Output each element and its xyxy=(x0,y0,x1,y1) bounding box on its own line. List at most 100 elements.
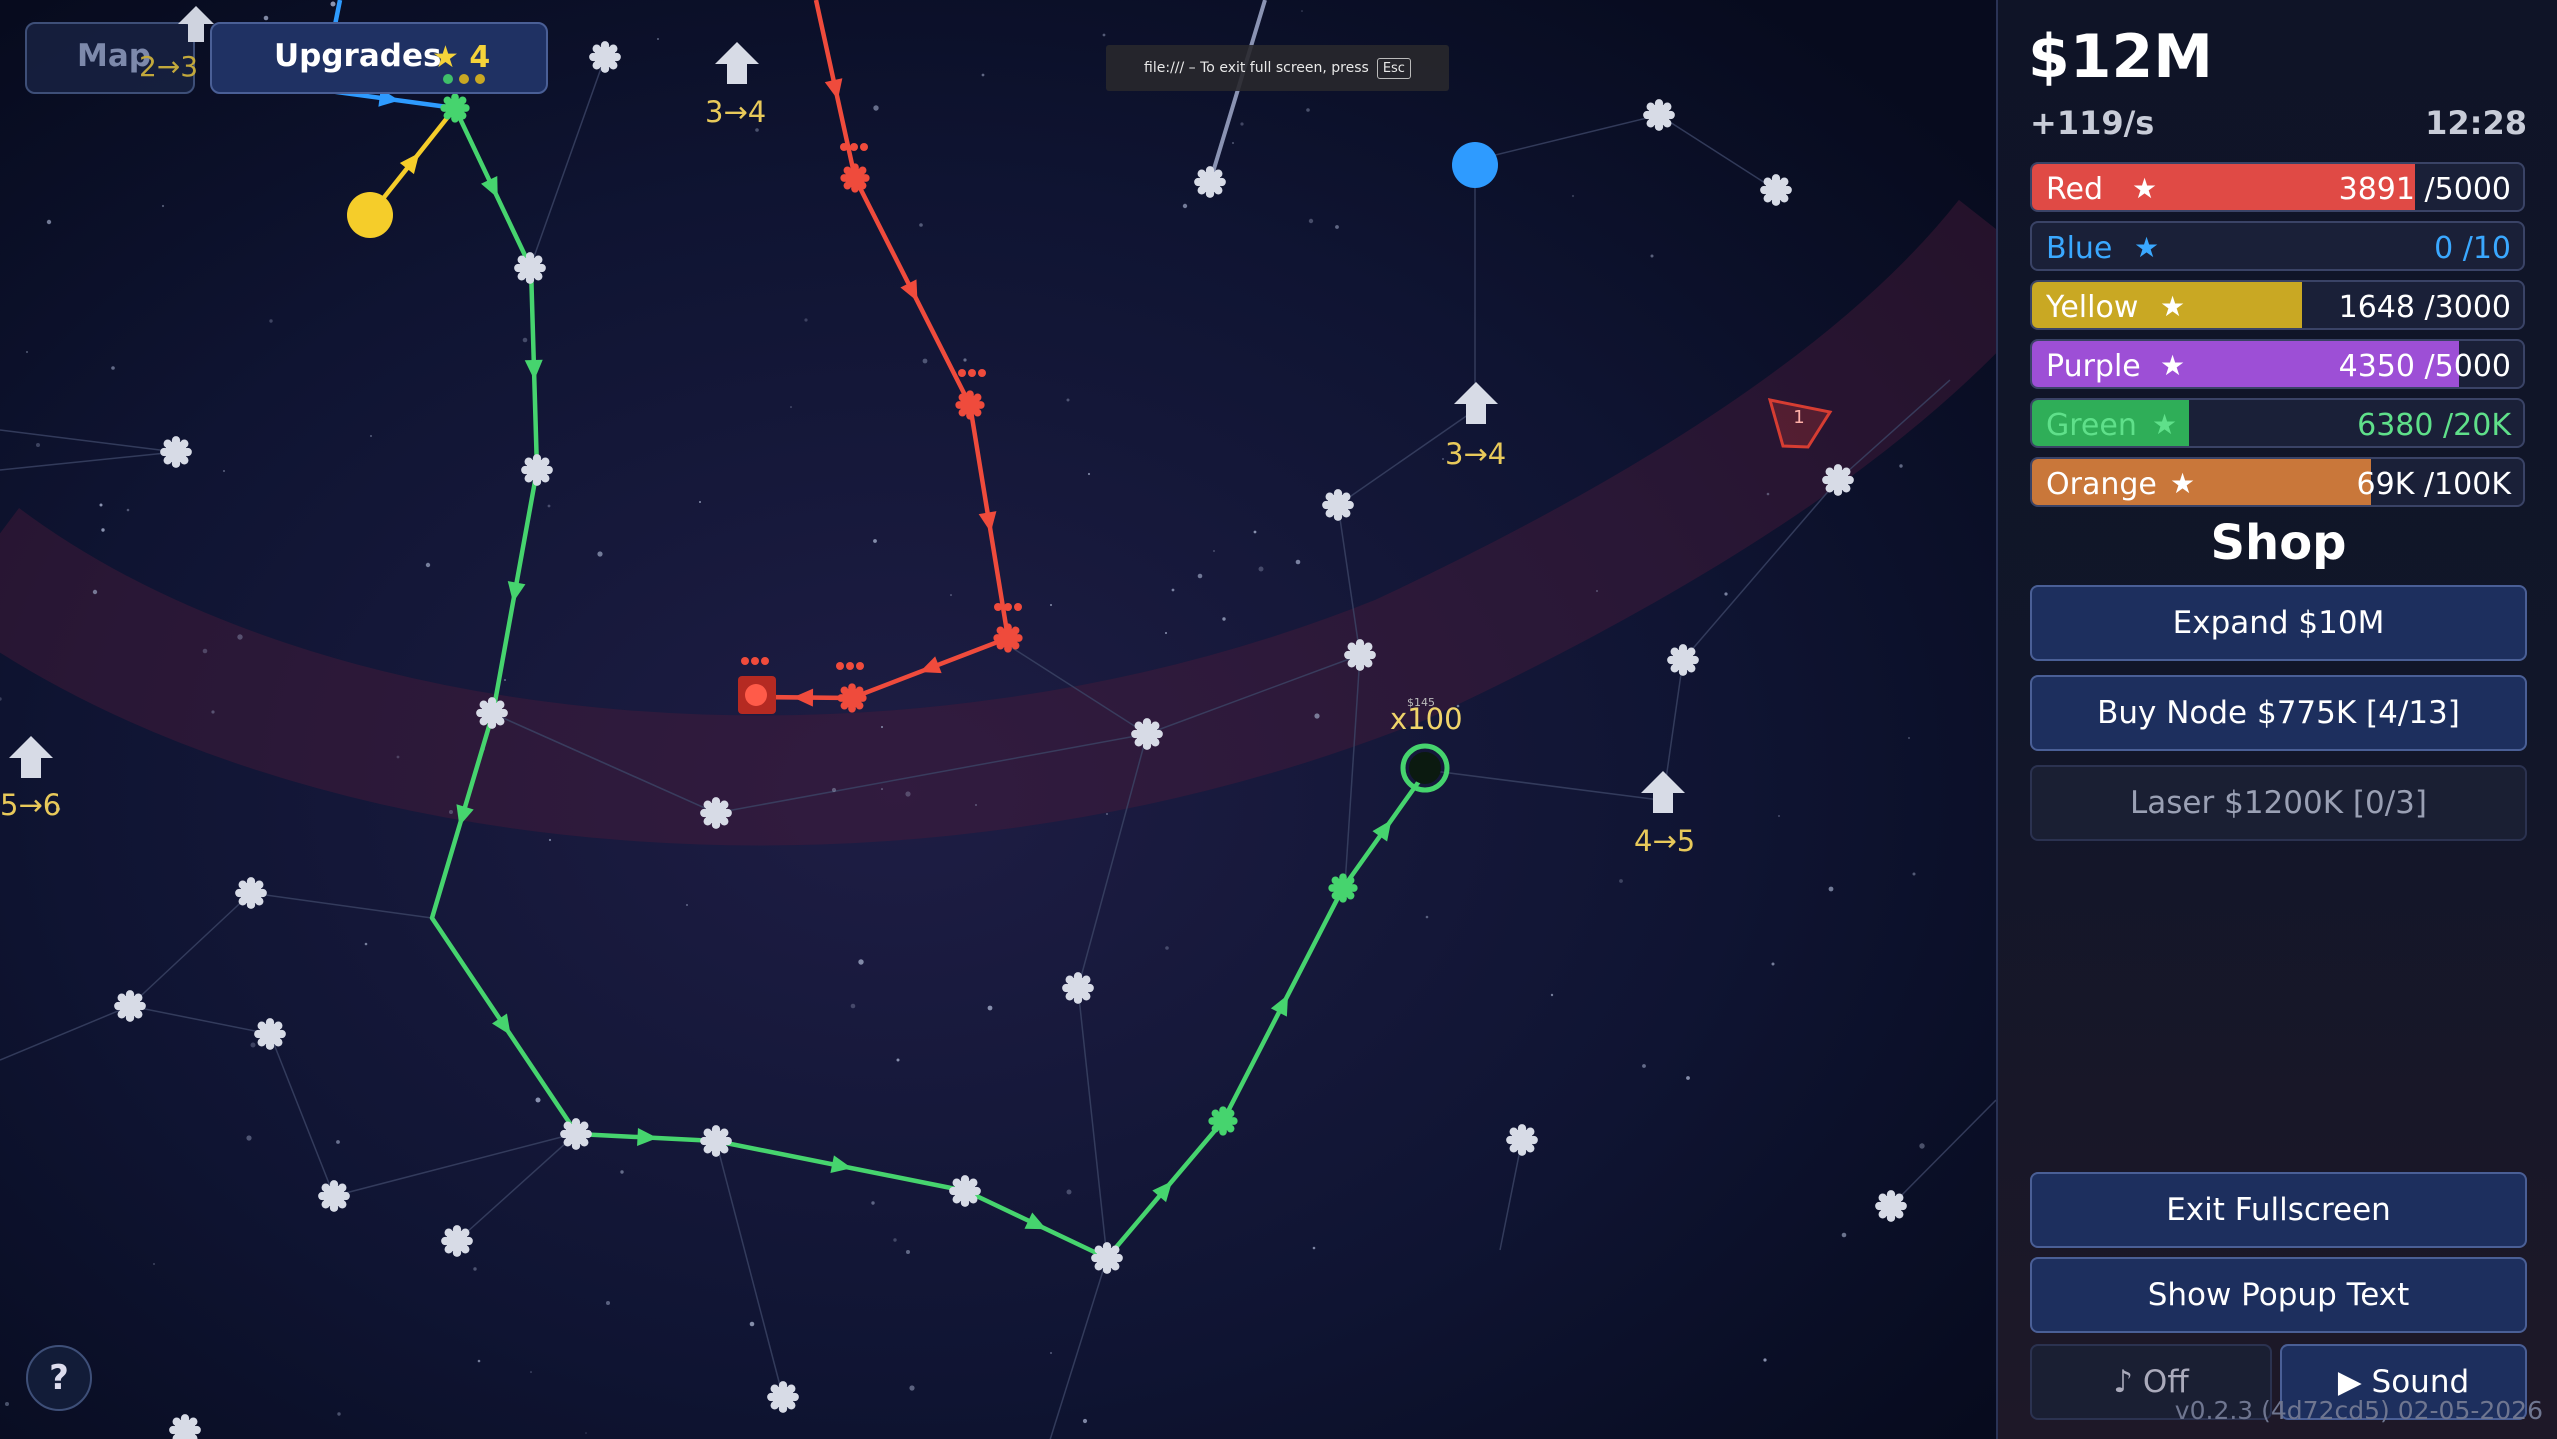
star-dot xyxy=(1425,915,1429,919)
level-label: 4→5 xyxy=(1634,824,1696,858)
map-button[interactable]: Map 2→3 xyxy=(25,6,214,94)
upgrades-button-label: Upgrades xyxy=(274,38,442,74)
resource-dot xyxy=(860,143,868,151)
resource-bar-yellow: Yellow ★ 1648 /3000 xyxy=(2030,280,2525,330)
game-map[interactable]: 1 Map 2→3 Upgrades ★ 4 file:/// – To exi… xyxy=(0,0,1996,1439)
star-dot xyxy=(881,788,883,790)
star-dot xyxy=(909,1385,915,1391)
show-popup-text-button[interactable]: Show Popup Text xyxy=(2030,1257,2527,1333)
star-dot xyxy=(749,1321,755,1327)
star-node xyxy=(318,1180,350,1212)
resource-dot xyxy=(958,369,966,377)
star-dot xyxy=(987,1005,993,1011)
star-dot xyxy=(699,501,701,503)
star-node xyxy=(1760,174,1792,206)
resource-dot xyxy=(856,662,864,670)
resource-dot xyxy=(850,143,858,151)
star-node xyxy=(1091,1242,1123,1274)
gear-body xyxy=(593,45,617,69)
star-dot xyxy=(1171,588,1175,592)
star-dot xyxy=(1222,617,1226,621)
star-icon: ★ xyxy=(2160,349,2186,382)
resource-bar-orange: Orange ★ 69K /100K xyxy=(2030,457,2525,507)
star-dot xyxy=(92,589,98,595)
star-dot xyxy=(548,838,552,842)
star-dot xyxy=(873,539,877,543)
star-dot xyxy=(1841,1232,1847,1238)
gear-body xyxy=(1095,1246,1119,1270)
red-node xyxy=(993,623,1023,653)
star-dot xyxy=(263,15,269,21)
star-dot xyxy=(790,406,792,408)
star-node xyxy=(476,697,508,729)
star-node xyxy=(767,1381,799,1413)
gear-body xyxy=(258,1022,282,1046)
star-dot xyxy=(1642,1064,1646,1068)
star-node xyxy=(1822,464,1854,496)
gear-body xyxy=(322,1184,346,1208)
star-dot xyxy=(858,959,864,965)
enemy-count: 1 xyxy=(1793,407,1804,428)
star-dot xyxy=(1908,737,1910,739)
gear-body xyxy=(771,1385,795,1409)
star-dot xyxy=(896,1058,900,1062)
sidebar: $12M +119/s 12:28 Red ★ 3891 /5000 Blue … xyxy=(1996,0,2557,1439)
gear-body xyxy=(1135,722,1159,746)
star-dot xyxy=(547,504,551,508)
star-dot xyxy=(126,508,130,512)
map-canvas[interactable]: 1 xyxy=(0,0,1996,1439)
star-dot xyxy=(906,1250,910,1254)
star-dot xyxy=(975,804,977,806)
star-dot xyxy=(535,1097,541,1103)
star-dot xyxy=(1571,194,1575,198)
red-node xyxy=(955,390,985,420)
star-dot xyxy=(330,1,336,7)
star-dot xyxy=(1306,108,1310,112)
star-dot xyxy=(1619,879,1623,883)
star-dot xyxy=(1082,1418,1088,1424)
resource-dot xyxy=(1004,603,1012,611)
star-dot xyxy=(1312,1246,1316,1250)
star-dot xyxy=(1066,398,1070,402)
star-node xyxy=(589,41,621,73)
expand-button[interactable]: Expand $10M xyxy=(2030,585,2527,661)
star-dot xyxy=(99,503,103,507)
gear-body xyxy=(841,687,863,709)
help-button[interactable]: ? xyxy=(26,1345,92,1411)
star-dot xyxy=(804,318,808,322)
star-dot xyxy=(1165,632,1167,634)
star-icon: ★ xyxy=(2132,172,2158,205)
gear-body xyxy=(1326,493,1350,517)
resource-value: 6380 /20K xyxy=(2357,408,2511,443)
star-dot xyxy=(153,1263,155,1265)
resource-value: 3891 /5000 xyxy=(2338,172,2511,207)
laser-button[interactable]: Laser $1200K [0/3] xyxy=(2030,765,2527,841)
star-dot xyxy=(1550,993,1554,997)
star-dot xyxy=(449,810,453,814)
star-node xyxy=(441,1225,473,1257)
star-dot xyxy=(1197,573,1203,579)
gear-body xyxy=(1332,877,1354,899)
star-dot xyxy=(1650,254,1654,258)
star-dot xyxy=(1899,464,1903,468)
star-node xyxy=(114,990,146,1022)
resource-dot xyxy=(840,143,848,151)
star-dot xyxy=(1724,592,1728,596)
gear-body xyxy=(1764,178,1788,202)
star-dot xyxy=(905,791,911,797)
star-icon: ★ xyxy=(2170,467,2196,500)
fullscreen-notice: file:/// – To exit full screen, press Es… xyxy=(1106,45,1449,91)
exit-fullscreen-button[interactable]: Exit Fullscreen xyxy=(2030,1172,2527,1248)
upgrades-button[interactable]: Upgrades ★ 4 xyxy=(210,22,548,94)
star-dot xyxy=(1442,458,1444,460)
gear-body xyxy=(445,1229,469,1253)
star-dot xyxy=(1314,713,1320,719)
star-dot xyxy=(1295,559,1301,565)
price-popup: $145 xyxy=(1407,696,1435,709)
star-icon: ★ xyxy=(2152,408,2178,441)
star-dot xyxy=(1102,33,1106,37)
resource-name: Blue xyxy=(2046,231,2113,266)
buy-node-button[interactable]: Buy Node $775K [4/13] xyxy=(2030,675,2527,751)
star-dot xyxy=(396,755,400,759)
star-node xyxy=(521,454,553,486)
